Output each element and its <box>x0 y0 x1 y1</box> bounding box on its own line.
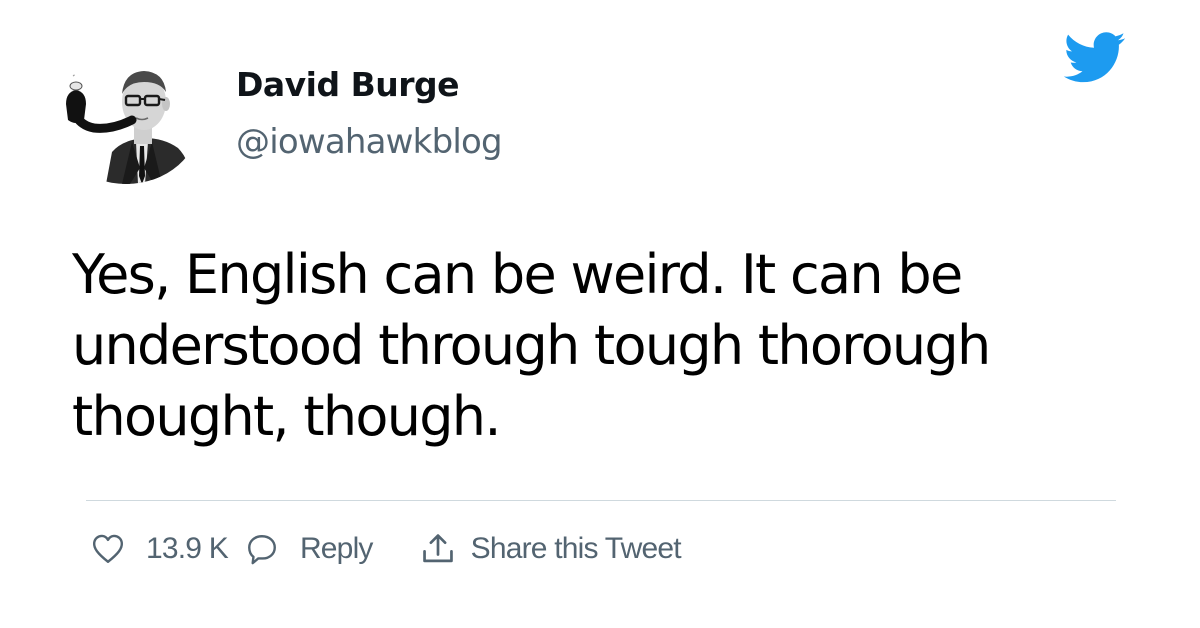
avatar[interactable] <box>52 56 200 184</box>
divider <box>86 500 1116 501</box>
tweet-text: Yes, English can be weird. It can be und… <box>72 243 991 448</box>
tweet-card: David Burge @iowahawkblog Yes, English c… <box>0 0 1200 628</box>
reply-label: Reply <box>299 532 373 565</box>
author-display-name[interactable]: David Burge <box>236 65 460 104</box>
share-upload-icon <box>419 530 457 568</box>
share-button[interactable]: Share this Tweet <box>419 530 682 568</box>
twitter-bird-icon[interactable] <box>1063 32 1127 84</box>
reply-button[interactable]: Reply <box>244 531 419 567</box>
like-button[interactable]: 13.9 K <box>90 531 244 567</box>
author-handle[interactable]: @iowahawkblog <box>236 122 503 162</box>
tweet-actions: 13.9 K Reply Share this Tweet <box>90 526 682 572</box>
speech-bubble-icon <box>244 531 280 567</box>
heart-icon <box>90 531 126 567</box>
like-count: 13.9 K <box>146 532 229 565</box>
share-label: Share this Tweet <box>470 532 682 565</box>
